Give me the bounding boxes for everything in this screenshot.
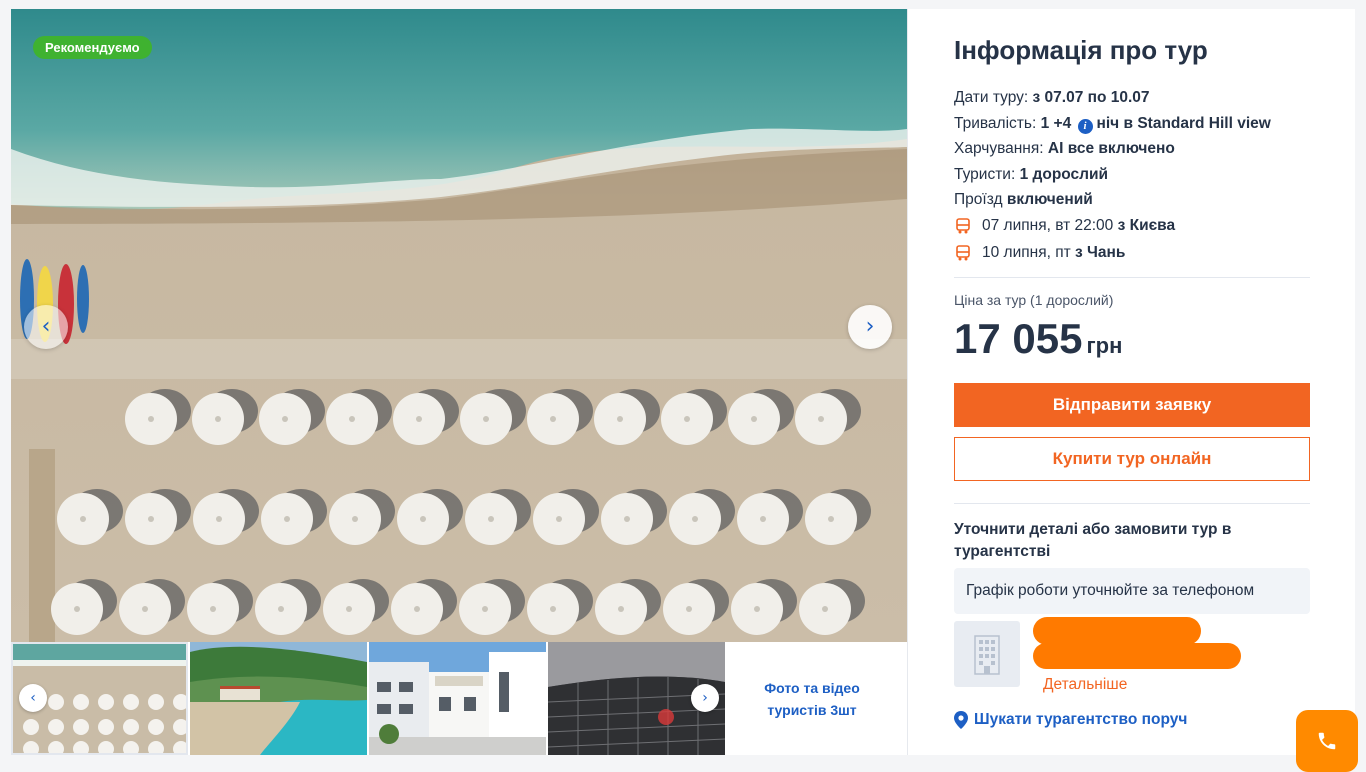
- thumbnail-strip: ‹ › Фото та відео туристів 3шт: [11, 642, 907, 755]
- duration-row: Тривалість: 1 +4 i ніч в Standard Hill vi…: [954, 111, 1310, 137]
- thumbnail-2[interactable]: [190, 642, 367, 755]
- chevron-right-icon: ›: [702, 690, 708, 706]
- schedule-note: Графік роботи уточнюйте за телефоном: [954, 568, 1310, 614]
- return-city: з Чань: [1075, 244, 1126, 262]
- tourist-media-link[interactable]: Фото та відео туристів 3шт: [727, 642, 897, 755]
- divider: [954, 277, 1310, 278]
- thumbnail-4[interactable]: ›: [548, 642, 725, 755]
- beach-aerial-image: [11, 9, 907, 642]
- chevron-left-icon: ‹: [41, 314, 51, 339]
- bus-icon: [956, 245, 970, 261]
- price-value: 17 055: [954, 315, 1083, 362]
- main-photo[interactable]: Рекомендуємо ‹ ›: [11, 9, 907, 642]
- agency-details-link[interactable]: Детальніше: [1043, 676, 1127, 694]
- duration-value: 1 +4: [1040, 114, 1072, 132]
- chevron-right-icon: ›: [865, 314, 875, 339]
- duration-label: Тривалість:: [954, 114, 1037, 132]
- panel-title: Інформація про тур: [954, 35, 1208, 65]
- thumbs-prev-button[interactable]: ‹: [19, 684, 47, 712]
- phone-icon: [1318, 732, 1336, 750]
- find-agency-label: Шукати турагентство поруч: [974, 711, 1188, 728]
- tourists-label: Туристи:: [954, 165, 1016, 183]
- divider: [954, 503, 1310, 504]
- departure-date: 07 липня, вт 22:00: [982, 217, 1114, 235]
- tourists-row: Туристи: 1 дорослий: [954, 162, 1310, 188]
- return-row: 10 липня, пт з Чань: [954, 240, 1310, 267]
- agency-logo[interactable]: [954, 621, 1020, 687]
- photo-gallery: Рекомендуємо ‹ › ‹ › Фото та відео турис…: [11, 9, 907, 755]
- price: 17 055 грн: [954, 315, 1122, 363]
- send-request-button[interactable]: Відправити заявку: [954, 383, 1310, 427]
- meals-label: Харчування:: [954, 140, 1044, 157]
- info-icon[interactable]: i: [1077, 118, 1093, 134]
- tour-details: Дати туру: з 07.07 по 10.07 Тривалість: …: [954, 85, 1310, 267]
- price-label: Ціна за тур (1 дорослий): [954, 292, 1114, 308]
- thumbnail-1[interactable]: ‹: [11, 642, 188, 755]
- departure-row: 07 липня, вт 22:00 з Києва: [954, 213, 1310, 240]
- departure-city: з Києва: [1117, 217, 1176, 235]
- thumbnail-3[interactable]: [369, 642, 546, 755]
- find-agency-link[interactable]: Шукати турагентство поруч: [954, 711, 1187, 729]
- buy-online-button[interactable]: Купити тур онлайн: [954, 437, 1310, 481]
- redacted-agency-address: [1033, 643, 1241, 669]
- hotel-thumbnail-image: [369, 642, 546, 755]
- redacted-agency-name: [1033, 617, 1201, 645]
- recommended-badge: Рекомендуємо: [33, 36, 152, 59]
- transfer-label: Проїзд: [954, 191, 1003, 208]
- meals-row: Харчування: AI все включено: [954, 136, 1310, 162]
- call-button[interactable]: [1296, 710, 1358, 772]
- dates-row: Дати туру: з 07.07 по 10.07: [954, 85, 1310, 111]
- transfer-row: Проїзд включений: [954, 187, 1310, 213]
- tourists-value: 1 дорослий: [1019, 165, 1109, 183]
- bus-icon: [956, 218, 970, 234]
- duration-room: ніч в Standard Hill view: [1096, 114, 1271, 132]
- tour-info-panel: Інформація про тур Дати туру: з 07.07 по…: [907, 9, 1355, 755]
- bay-thumbnail-image: [190, 642, 367, 755]
- agency-title: Уточнити деталі або замовити тур в тураг…: [954, 521, 1232, 560]
- prev-photo-button[interactable]: ‹: [24, 305, 68, 349]
- dates-label: Дати туру:: [954, 89, 1029, 106]
- schedule-text: Графік роботи уточнюйте за телефоном: [966, 582, 1255, 599]
- location-pin-icon: [954, 711, 968, 729]
- chevron-left-icon: ‹: [30, 690, 36, 706]
- next-photo-button[interactable]: ›: [848, 305, 892, 349]
- thumbs-next-button[interactable]: ›: [691, 684, 719, 712]
- building-icon: [974, 635, 1000, 675]
- meals-value: AI все включено: [1047, 140, 1175, 157]
- price-currency: грн: [1086, 333, 1123, 358]
- transfer-value: включений: [1006, 191, 1093, 208]
- return-date: 10 липня, пт: [982, 244, 1071, 262]
- dates-value: з 07.07 по 10.07: [1032, 89, 1150, 106]
